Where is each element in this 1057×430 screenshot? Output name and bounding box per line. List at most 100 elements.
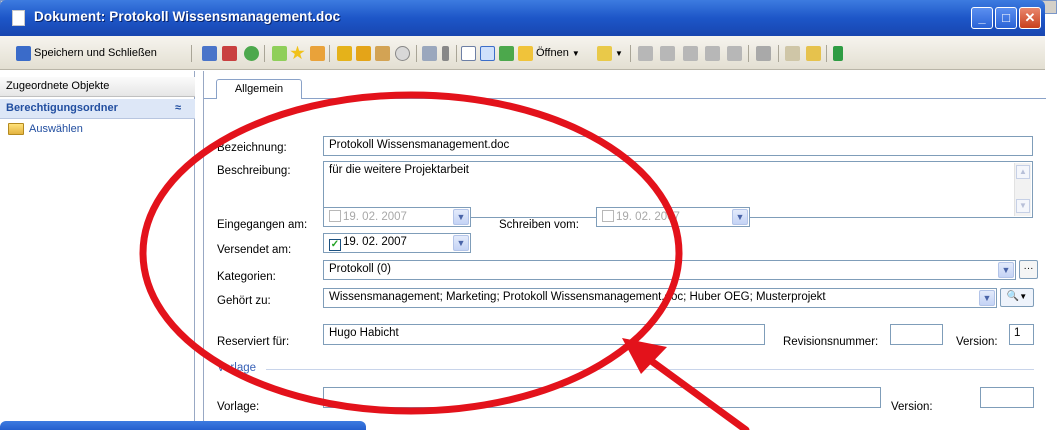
description-scrollbar[interactable]: ▲ ▼ [1014,163,1031,216]
letter-date-value: 19. 02. 2007 [616,211,680,223]
chevron-down-icon: ▼ [1019,292,1028,301]
collapse-icon[interactable]: ≈ [175,99,181,118]
relation-icon-1[interactable] [638,45,653,61]
chevron-down-icon[interactable]: ▼ [732,209,748,225]
template-section-heading: Vorlage [217,362,257,374]
toolbar-separator [264,45,265,62]
close-button[interactable]: ✕ [1019,7,1041,29]
tag-icon[interactable] [310,45,325,61]
info-icon[interactable] [442,45,449,61]
revision-number-label: Revisionsnummer: [783,336,879,348]
document-icon [12,10,25,26]
list-icon[interactable] [756,45,771,61]
check-icon[interactable] [499,45,514,61]
toolbar-separator [191,45,192,62]
revision-number-field[interactable] [890,324,943,345]
belongs-to-value: Wissensmanagement; Marketing; Protokoll … [329,291,826,303]
left-panel: Zugeordnete Objekte Berechtigungsordner … [0,71,195,430]
minimize-button[interactable]: _ [971,7,993,29]
belongs-to-field[interactable]: Wissensmanagement; Marketing; Protokoll … [323,288,997,308]
relation-icon-5[interactable] [727,45,742,61]
toolbar-separator [630,45,631,62]
reserved-for-label: Reserviert für: [217,336,290,348]
maximize-button[interactable]: □ [995,7,1017,29]
tab-allgemein[interactable]: Allgemein [216,79,302,99]
refresh-icon[interactable] [244,45,259,61]
toolbar-separator [778,45,779,62]
template-field[interactable] [323,387,881,408]
letter-date-checkbox[interactable] [602,210,614,222]
open-folder-icon [518,45,533,61]
page-icon[interactable] [461,45,476,61]
received-label: Eingegangen am: [217,219,308,231]
template-version-field[interactable] [980,387,1034,408]
page-active-icon[interactable] [480,45,495,61]
scroll-down-icon[interactable]: ▼ [1016,199,1030,213]
eye-icon[interactable] [785,45,800,61]
permission-folder-label: Berechtigungsordner [6,102,118,114]
select-link[interactable]: Auswählen [8,123,83,135]
permission-folder-section[interactable]: Berechtigungsordner ≈ [0,99,195,119]
chevron-down-icon[interactable]: ▼ [453,235,469,251]
toolbar-separator [456,45,457,62]
background-window-titlebar [0,421,366,430]
template-version-label: Version: [891,401,933,413]
sent-date-value: 19. 02. 2007 [343,236,407,248]
categories-label: Kategorien: [217,271,276,283]
categories-more-button[interactable]: ··· [1019,260,1038,279]
note-icon[interactable] [375,45,390,61]
relation-icon-4[interactable] [705,45,720,61]
properties-icon[interactable] [422,45,437,61]
star-icon[interactable] [290,45,305,61]
form-icon[interactable] [356,45,371,61]
main-content: Allgemein Bezeichnung: Protokoll Wissens… [203,71,1046,430]
toolbar: Speichern und Schließen Öffnen ▼ ▼ [0,36,1045,70]
toolbar-separator [329,45,330,62]
save-close-button[interactable]: Speichern und Schließen [16,45,157,61]
assigned-objects-header[interactable]: Zugeordnete Objekte [0,77,195,97]
sent-checkbox[interactable]: ✓ [329,239,341,251]
floppy-icon[interactable] [202,45,217,61]
received-checkbox[interactable] [329,210,341,222]
name-label: Bezeichnung: [217,142,287,154]
mail-icon[interactable]: ▼ [597,45,623,61]
save-as-icon[interactable] [222,45,237,61]
wizard-icon[interactable] [272,45,287,61]
window-title: Dokument: Protokoll Wissensmanagement.do… [34,9,341,24]
save-close-label: Speichern und Schließen [34,47,157,59]
clock-icon[interactable] [395,45,410,61]
version-field[interactable]: 1 [1009,324,1034,345]
chevron-down-icon[interactable]: ▼ [979,290,995,306]
template-section-divider [266,369,1034,370]
open-button[interactable]: Öffnen ▼ [518,45,580,61]
sent-label: Versendet am: [217,244,292,256]
letter-date-field[interactable]: 19. 02. 2007 ▼ [596,207,750,227]
toolbar-separator [416,45,417,62]
chevron-down-icon: ▼ [571,48,580,58]
relation-icon-3[interactable] [683,45,698,61]
version-label: Version: [956,336,998,348]
reserved-for-field[interactable]: Hugo Habicht [323,324,765,345]
sent-date-field[interactable]: ✓ 19. 02. 2007 ▼ [323,233,471,253]
chevron-down-icon[interactable]: ▼ [453,209,469,225]
name-field[interactable]: Protokoll Wissensmanagement.doc [323,136,1033,156]
save-icon [16,45,31,61]
description-text: für die weitere Projektarbeit [329,164,469,176]
exit-icon[interactable] [833,45,843,61]
select-label: Auswählen [29,123,83,135]
screenshot: g Dokument: Protokoll Wissensmanagement.… [0,0,1057,430]
pencil-icon[interactable] [806,45,821,61]
categories-field[interactable]: Protokoll (0) ▼ [323,260,1016,280]
letter-date-label: Schreiben vom: [499,219,579,231]
relation-icon-2[interactable] [660,45,675,61]
chevron-down-icon[interactable]: ▼ [998,262,1014,278]
description-label: Beschreibung: [217,165,291,177]
search-dropdown-button[interactable]: 🔍▼ [1000,288,1034,307]
open-label: Öffnen [536,47,569,59]
scroll-up-icon[interactable]: ▲ [1016,165,1030,179]
edit-icon[interactable] [337,45,352,61]
toolbar-separator [748,45,749,62]
title-bar[interactable]: Dokument: Protokoll Wissensmanagement.do… [0,0,1045,36]
template-label: Vorlage: [217,401,260,413]
received-date-field[interactable]: 19. 02. 2007 ▼ [323,207,471,227]
